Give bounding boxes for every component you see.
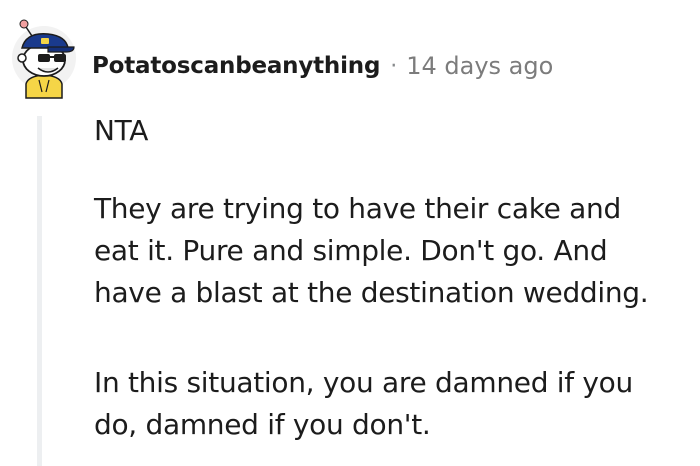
comment-paragraph: They are trying to have their cake and e… bbox=[94, 188, 649, 314]
meta-separator: · bbox=[390, 53, 398, 79]
username-link[interactable]: Potatoscanbeanything bbox=[92, 53, 380, 79]
comment-line: NTA bbox=[94, 114, 149, 147]
comment: Potatoscanbeanything · 14 days ago NTA T… bbox=[0, 0, 700, 466]
user-avatar[interactable] bbox=[8, 14, 80, 100]
comment-header: Potatoscanbeanything · 14 days ago bbox=[92, 48, 553, 84]
comment-paragraph: NTA bbox=[94, 110, 148, 152]
snoo-avatar-icon bbox=[12, 19, 76, 99]
comment-timestamp[interactable]: 14 days ago bbox=[406, 52, 553, 80]
comment-line: In this situation, you are damned if you bbox=[94, 366, 633, 399]
thread-collapse-line[interactable] bbox=[37, 116, 42, 466]
comment-line: eat it. Pure and simple. Don't go. And bbox=[94, 234, 608, 267]
comment-line: They are trying to have their cake and bbox=[94, 192, 621, 225]
comment-line: do, damned if you don't. bbox=[94, 408, 431, 441]
comment-paragraph: In this situation, you are damned if you… bbox=[94, 362, 633, 446]
comment-line: have a blast at the destination wedding. bbox=[94, 276, 649, 309]
